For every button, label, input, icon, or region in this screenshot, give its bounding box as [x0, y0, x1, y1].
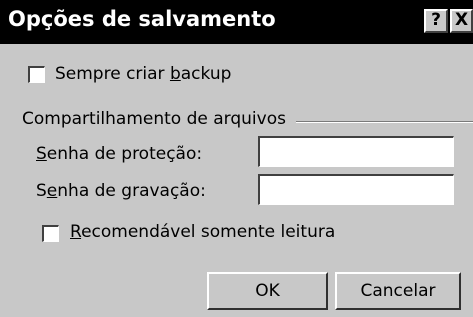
write-password-input[interactable] — [258, 174, 454, 205]
backup-label[interactable]: Sempre criar backup — [55, 64, 231, 84]
protect-password-label: Senha de proteção: — [36, 144, 202, 164]
ok-button[interactable]: OK — [207, 272, 328, 310]
backup-label-pre: Sempre criar — [55, 64, 170, 84]
protect-label-post: enha de proteção: — [46, 144, 203, 164]
help-button[interactable]: ? — [424, 9, 448, 33]
write-label-post: nha de gravação: — [57, 181, 206, 201]
save-options-dialog: Opções de salvamento ? X Sempre criar ba… — [0, 0, 473, 317]
group-divider — [296, 121, 473, 123]
write-password-label: Senha de gravação: — [36, 181, 206, 201]
close-button[interactable]: X — [450, 9, 473, 33]
readonly-label-post: ecomendável somente leitura — [81, 222, 336, 242]
write-label-key: e — [46, 181, 58, 201]
backup-label-key: b — [169, 64, 181, 84]
cancel-button[interactable]: Cancelar — [335, 272, 461, 310]
backup-label-post: ackup — [180, 64, 232, 84]
readonly-label[interactable]: Recomendável somente leitura — [70, 222, 335, 242]
sharing-group-label: Compartilhamento de arquivos — [22, 109, 286, 129]
title-bar: Opções de salvamento ? X — [0, 0, 473, 44]
protect-password-input[interactable] — [258, 136, 454, 167]
readonly-checkbox[interactable] — [42, 225, 59, 242]
backup-checkbox[interactable] — [28, 66, 45, 83]
protect-label-key: S — [36, 144, 47, 164]
readonly-label-key: R — [70, 222, 82, 242]
write-label-pre: S — [36, 181, 47, 201]
dialog-title: Opções de salvamento — [8, 7, 276, 31]
